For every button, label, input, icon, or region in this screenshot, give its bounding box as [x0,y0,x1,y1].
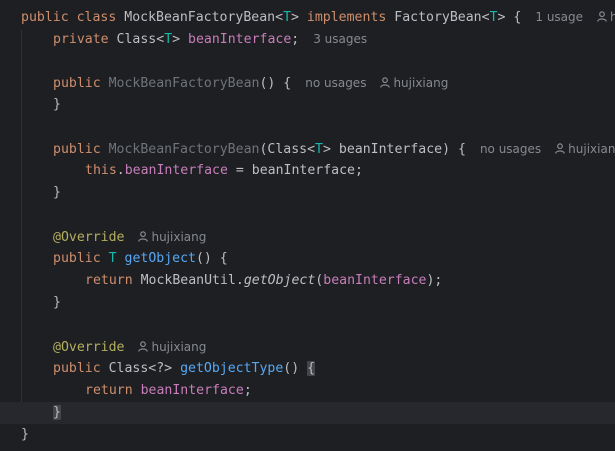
person-icon [597,11,607,22]
code-line-field-decl[interactable]: private Class<T> beanInterface; 3 usages [0,28,615,50]
code-line-ctor1-close[interactable]: } [0,94,615,116]
code-line-ctor2-body[interactable]: this.beanInterface = beanInterface; [0,160,615,182]
constructor-name[interactable]: MockBeanFactoryBean [109,142,260,157]
code-line-ann1[interactable]: @Override hujixiang [0,226,615,248]
author-hint[interactable]: hujixiang [138,340,206,354]
usage-hint[interactable]: no usages [305,76,366,90]
type-param: T [283,10,292,25]
code-line-class-close[interactable]: } [0,424,615,446]
keyword-this: this [85,163,117,178]
annotation-override[interactable]: @Override [53,340,124,355]
method-name[interactable]: getObject [125,251,196,266]
author-hint[interactable]: hujixiang [555,142,615,156]
matched-brace: } [53,405,61,420]
code-editor[interactable]: public class MockBeanFactoryBean<T> impl… [0,0,615,451]
field-ref[interactable]: beanInterface [141,383,244,398]
field-name[interactable]: beanInterface [188,32,291,47]
method-name[interactable]: getObjectType [180,361,283,376]
keyword-class: class [76,10,117,25]
person-icon [138,231,149,242]
keyword-private: private [53,32,109,47]
field-ref[interactable]: beanInterface [323,273,426,288]
person-icon [555,143,565,154]
usage-hint[interactable]: 1 usage [535,10,583,24]
interface-name[interactable]: FactoryBean [394,10,481,25]
person-icon [138,341,149,352]
code-line-ctor2-close[interactable]: } [0,182,615,204]
code-line-getobject-close[interactable]: } [0,292,615,314]
code-line-getobject-decl[interactable]: public T getObject() { [0,248,615,270]
annotation-override[interactable]: @Override [53,230,124,245]
static-call[interactable]: getObject [244,273,315,288]
author-hint[interactable]: hujixiang [138,230,206,244]
matched-brace: { [307,361,316,376]
keyword-implements: implements [306,10,387,25]
constructor-name[interactable]: MockBeanFactoryBean [109,76,260,91]
class-ref[interactable]: MockBeanUtil [141,273,236,288]
field-type[interactable]: Class [117,32,157,47]
person-icon [380,77,391,88]
author-hint[interactable]: h [597,10,615,24]
code-line-ctor2[interactable]: public MockBeanFactoryBean(Class<T> bean… [0,138,615,160]
code-line-getobject-body[interactable]: return MockBeanUtil.getObject(beanInterf… [0,270,615,292]
keyword-public: public [21,10,69,25]
author-hint[interactable]: hujixiang [380,76,448,90]
code-line-getobjecttype-body[interactable]: return beanInterface; [0,380,615,402]
usage-hint[interactable]: no usages [480,142,541,156]
code-line-ctor1[interactable]: public MockBeanFactoryBean() {no usages h… [0,72,615,94]
usage-hint[interactable]: 3 usages [313,32,367,46]
code-line-class-decl[interactable]: public class MockBeanFactoryBean<T> impl… [0,6,615,28]
code-line-current[interactable]: } [0,402,615,424]
keyword-return: return [85,273,133,288]
class-name[interactable]: MockBeanFactoryBean [124,10,275,25]
code-line-ann2[interactable]: @Override hujixiang [0,336,615,358]
code-line-getobjecttype-decl[interactable]: public Class<?> getObjectType() { [0,358,615,380]
field-ref[interactable]: beanInterface [125,163,228,178]
